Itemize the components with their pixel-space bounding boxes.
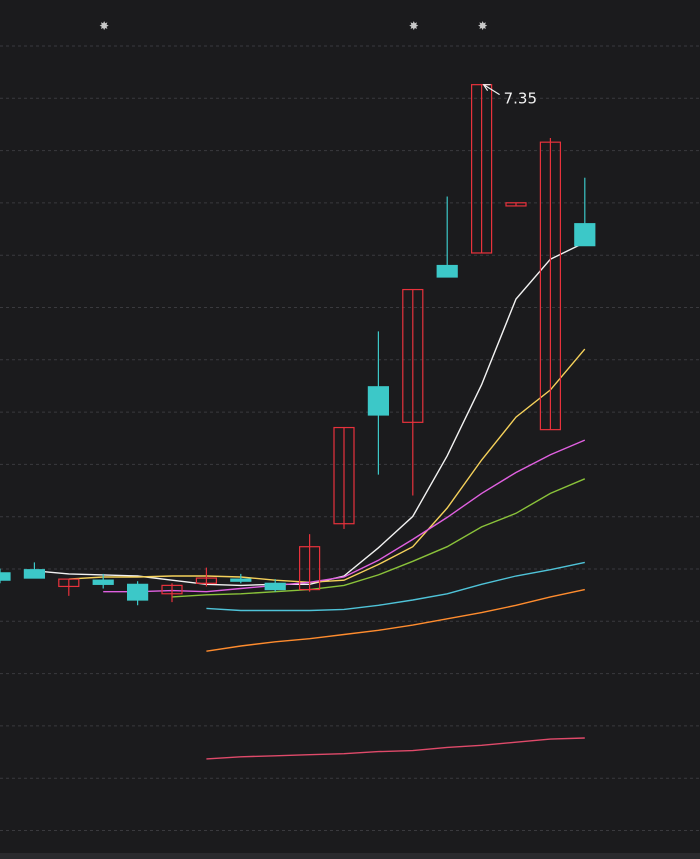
candle-body (436, 264, 458, 278)
event-marker: ✸ (478, 19, 488, 33)
candle-body (574, 223, 596, 247)
event-marker: ✸ (409, 19, 419, 33)
candle-body (264, 582, 286, 591)
candle-body (126, 583, 149, 601)
chart-bottom-bar (0, 853, 700, 859)
max-price-label: 7.35 (504, 90, 537, 108)
candlestick-chart: ✸ ✸ ✸ 7.35 (0, 0, 700, 853)
candle-body (92, 579, 114, 585)
candle-body (0, 572, 11, 581)
candle-body (367, 386, 389, 416)
event-marker: ✸ (99, 19, 109, 33)
candle-body (230, 578, 252, 582)
chart-background (0, 0, 700, 853)
candle-body (23, 569, 45, 579)
